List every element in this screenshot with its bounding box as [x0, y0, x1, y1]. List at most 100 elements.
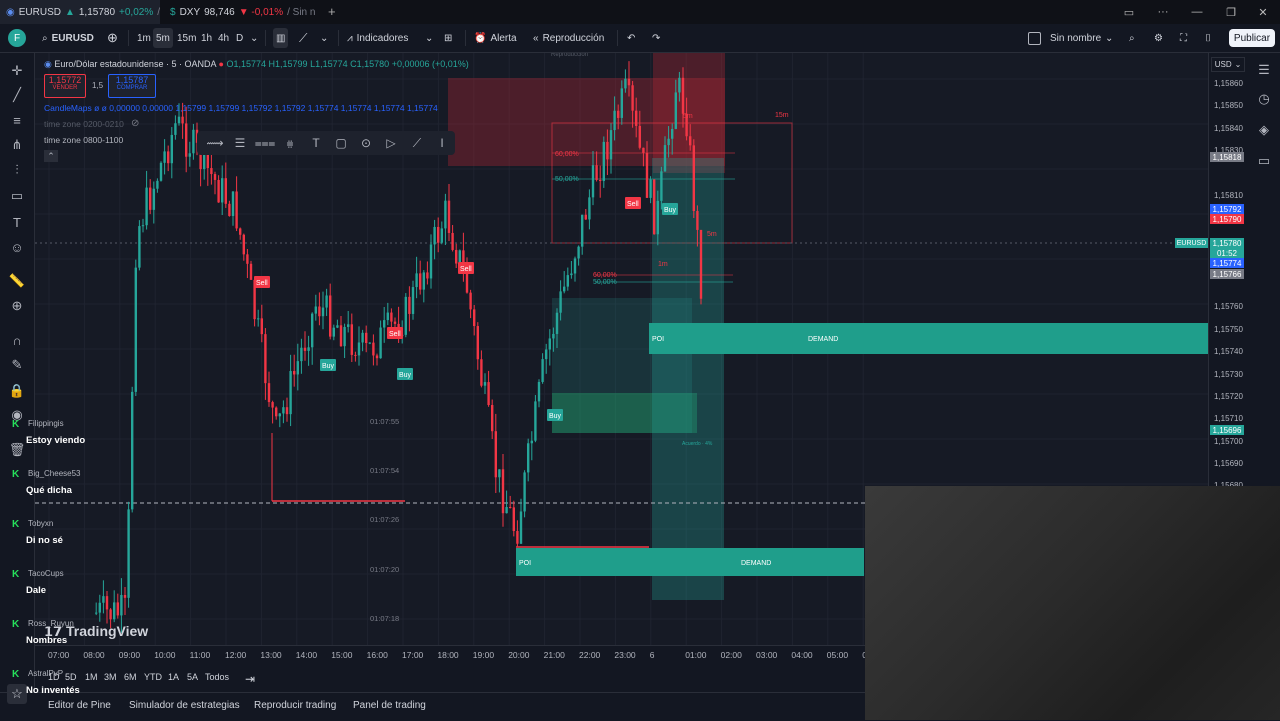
zoom-icon[interactable]: ⊕ [8, 297, 26, 315]
range-ytd[interactable]: YTD [144, 672, 162, 682]
rectangle-icon[interactable]: ▭ [8, 187, 26, 205]
minimize-icon[interactable]: — [1180, 0, 1214, 24]
replay-button[interactable]: « Reproducción [533, 28, 604, 48]
collapse-legend-icon[interactable]: ⌃ [44, 150, 58, 162]
ruler-icon[interactable]: 📏 [8, 272, 26, 290]
indicator-time-zone-1[interactable]: time zone 0200-0210 [44, 119, 124, 129]
candle [321, 307, 325, 317]
time-label: 05:00 [826, 650, 849, 660]
text-icon[interactable]: T [8, 213, 26, 231]
tab-strategy-tester[interactable]: Simulador de estrategias [129, 700, 240, 711]
drawing-mode-icon[interactable]: ✎ [8, 356, 26, 374]
layout-checkbox[interactable] [1028, 32, 1041, 45]
parallel-channel-icon[interactable]: ⩷ [281, 134, 299, 152]
fib-icon[interactable]: ☰ [231, 134, 249, 152]
price-tag: 1,15696 [1210, 425, 1244, 435]
alert-button[interactable]: ⏰ Alerta [474, 28, 517, 48]
tab-trading-panel[interactable]: Panel de trading [353, 700, 426, 711]
browser-tab-dxy[interactable]: $ DXY 98,746 ▼ -0,01% / Sin n ✕ [164, 0, 324, 24]
watchlist-icon[interactable]: ☰ [1255, 61, 1273, 79]
chat-icon[interactable]: ▭ [1255, 152, 1273, 170]
time-label: 17:00 [402, 650, 424, 660]
tab-pine-editor[interactable]: Editor de Pine [48, 700, 111, 711]
chevron-down-icon[interactable]: ⌄ [425, 28, 433, 48]
indicator-candlemaps[interactable]: CandleMaps ø ø 0,00000 0,00000 1,15799 1… [44, 103, 438, 113]
indicators-button[interactable]: ⩘ Indicadores [347, 28, 408, 48]
clock-icon[interactable]: ◷ [1255, 90, 1273, 108]
dollar-icon: $ [170, 6, 176, 18]
window-close-icon[interactable]: ✕ [1246, 0, 1280, 24]
horizontal-lines-icon[interactable]: ≡ [8, 111, 26, 129]
interval-d[interactable]: D [236, 28, 243, 48]
range-5d[interactable]: 5D [65, 672, 77, 682]
cursor-text-icon[interactable]: I [433, 134, 451, 152]
chevron-down-icon[interactable]: ⌄ [320, 28, 328, 48]
layers-icon[interactable]: ◈ [1255, 121, 1273, 139]
gear-icon[interactable]: ⚙ [1154, 28, 1163, 48]
time-label: 18:00 [437, 650, 459, 660]
compare-add-icon[interactable]: ⊕ [107, 28, 118, 48]
publish-button[interactable]: Publicar [1229, 29, 1275, 47]
eye-hidden-icon[interactable]: ⊘ [131, 118, 139, 129]
chevron-down-icon[interactable]: ⌄ [250, 28, 258, 48]
star-icon[interactable]: ☆ [7, 684, 27, 704]
fib-extension-icon[interactable]: ⩶ [255, 134, 276, 152]
text-icon[interactable]: T [307, 134, 325, 152]
range-1m[interactable]: 1M [85, 672, 98, 682]
interval-1h[interactable]: 1h [201, 28, 212, 48]
profile-avatar[interactable]: F [8, 29, 26, 47]
candle [210, 168, 213, 175]
rectangle-icon[interactable]: ▢ [332, 134, 350, 152]
trendline-icon[interactable]: ╱ [8, 86, 26, 104]
date-range-icon[interactable]: ⇥ [245, 672, 255, 686]
fullscreen-icon[interactable]: ⛶ [1180, 28, 1187, 48]
close-icon[interactable]: ✕ [323, 6, 324, 19]
layouts-icon[interactable]: ⊞ [444, 28, 452, 48]
interval-15m[interactable]: 15m [177, 28, 196, 48]
range-5a[interactable]: 5A [187, 672, 198, 682]
time-label: 04:00 [791, 650, 813, 660]
line-chart-icon[interactable]: ⟋ [299, 28, 307, 48]
time-label: 14:00 [295, 650, 318, 660]
play-icon[interactable]: ▷ [382, 134, 400, 152]
pitchfork-icon[interactable]: ⋔ [8, 136, 26, 154]
pin-icon[interactable]: ⊙ [357, 134, 375, 152]
interval-4h[interactable]: 4h [218, 28, 229, 48]
range-todos[interactable]: Todos [205, 672, 229, 682]
browser-tab-eurusd[interactable]: ◉ EURUSD ▲ 1,15780 +0,02% / ✕ [0, 0, 160, 24]
camera-icon[interactable]: ⌷ [1205, 28, 1211, 48]
buy-button[interactable]: 1,15787 COMPRAR [108, 74, 156, 98]
range-6m[interactable]: 6M [124, 672, 137, 682]
candle [455, 249, 458, 264]
range-3m[interactable]: 3M [104, 672, 117, 682]
more-icon[interactable]: ··· [1146, 0, 1180, 24]
quick-search-icon[interactable]: ⌕ [1129, 28, 1135, 48]
tab-replay-trading[interactable]: Reproducir trading [254, 700, 336, 711]
candle [595, 165, 598, 180]
indicator-time-zone-2[interactable]: time zone 0800-1100 [44, 135, 123, 145]
maximize-icon[interactable]: ❐ [1214, 0, 1248, 24]
redo-icon[interactable]: ↷ [652, 28, 660, 48]
interval-5m[interactable]: 5m [153, 28, 173, 48]
line-icon[interactable]: ⟋ [408, 134, 426, 152]
patterns-icon[interactable]: ⫶ [8, 161, 26, 179]
price-label: 1,15720 [1214, 392, 1243, 401]
price-label: 1,15710 [1214, 414, 1243, 423]
path-icon[interactable]: ⟿ [206, 134, 224, 152]
new-tab-icon[interactable]: + [328, 4, 336, 19]
chevron-down-icon[interactable]: ⌄ [1105, 28, 1113, 48]
interval-1m[interactable]: 1m [137, 28, 151, 48]
crosshair-icon[interactable]: ✛ [8, 62, 26, 80]
magnet-icon[interactable]: ∩ [8, 331, 26, 349]
lock-icon[interactable]: 🔒 [8, 382, 26, 400]
screen-icon[interactable]: ▭ [1112, 0, 1146, 24]
currency-selector[interactable]: USD ⌄ [1211, 57, 1245, 72]
sell-button[interactable]: 1,15772 VENDER [44, 74, 86, 98]
emoji-icon[interactable]: ☺ [8, 238, 26, 256]
undo-icon[interactable]: ↶ [627, 28, 635, 48]
candles-icon[interactable]: ▥ [273, 28, 289, 48]
trash-icon[interactable]: 🗑 [8, 441, 26, 459]
symbol-search[interactable]: ⌕ EURUSD [42, 28, 94, 48]
layout-name[interactable]: Sin nombre [1050, 28, 1101, 48]
range-1a[interactable]: 1A [168, 672, 179, 682]
